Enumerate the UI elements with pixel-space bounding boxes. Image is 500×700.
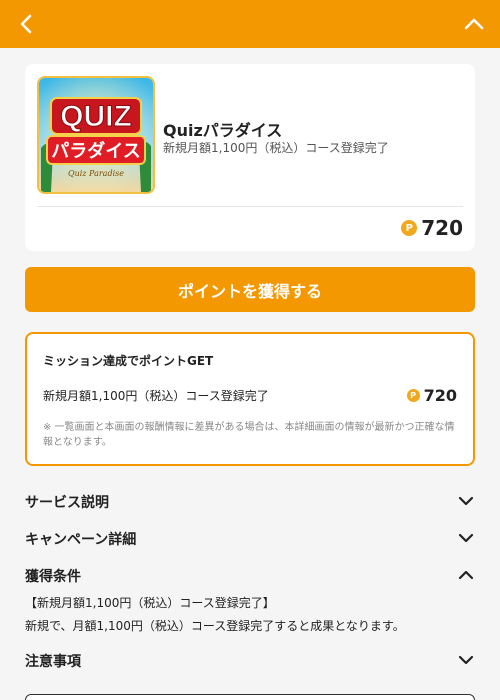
get-points-button[interactable]: ポイントを獲得する [25,267,475,312]
back-button[interactable] [14,12,38,36]
section-campaign-details[interactable]: キャンペーン詳細 [25,527,475,549]
mission-points: P 720 [406,386,457,405]
section-label: 注意事項 [25,654,81,670]
section-service-description[interactable]: サービス説明 [25,490,475,512]
point-coin-icon: P [406,389,420,402]
logo-main-text: QUIZ [60,100,132,133]
product-course: 新規月額1,100円（税込）コース登録完了 [163,141,389,155]
conditions-heading: 【新規月額1,100円（税込）コース登録完了】 [25,596,275,610]
mission-box: ミッション達成でポイントGET 新規月額1,100円（税込）コース登録完了 P … [25,332,475,466]
bottom-button-partial[interactable] [25,694,475,700]
chevron-down-icon [457,529,475,547]
conditions-body: 新規で、月額1,100円（税込）コース登録完了すると成果となります。 [25,619,405,633]
chevron-down-icon [457,651,475,669]
logo-tag-text: Quiz Paradise [68,169,124,178]
logo-sub-text: パラダイス [51,140,140,162]
divider [37,206,463,207]
section-label: サービス説明 [25,495,109,511]
chevron-up-icon [464,18,484,30]
chevron-down-icon [457,492,475,510]
product-name: Quizパラダイス [163,121,283,140]
mission-note: ※ 一覧画面と本画面の報酬情報に差異がある場合は、本詳細画面の情報が最新かつ正確… [43,422,455,448]
product-points: P 720 [401,216,463,240]
quiz-paradise-logo: QUIZ パラダイス Quiz Paradise [39,78,153,192]
section-acquisition-conditions[interactable]: 獲得条件 [25,564,475,586]
mission-row-label: 新規月額1,100円（税込）コース登録完了 [43,389,269,403]
section-notes[interactable]: 注意事項 [25,649,475,671]
product-points-value: 720 [421,216,463,240]
point-coin-icon: P [401,220,418,236]
mission-title: ミッション達成でポイントGET [43,354,214,368]
chevron-left-icon [20,14,32,34]
mission-points-value: 720 [423,386,457,405]
top-bar [0,0,500,48]
section-label: キャンペーン詳細 [25,532,137,548]
collapse-button[interactable] [462,12,486,36]
section-label: 獲得条件 [25,569,81,585]
product-thumbnail: QUIZ パラダイス Quiz Paradise [37,76,155,194]
product-card: QUIZ パラダイス Quiz Paradise Quizパラダイス 新規月額1… [25,64,475,251]
chevron-up-icon [457,566,475,584]
